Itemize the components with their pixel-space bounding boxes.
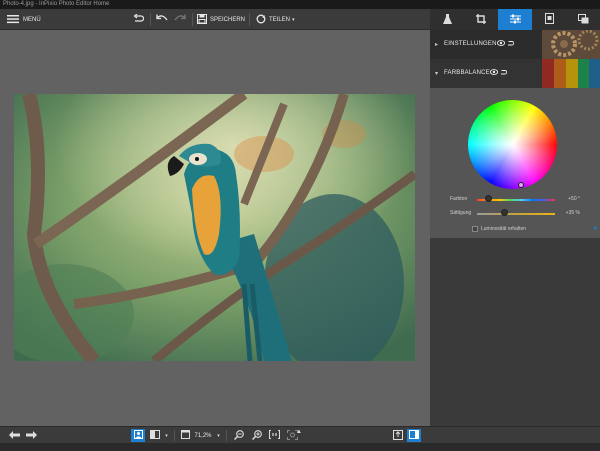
- menu-button[interactable]: MENÜ: [7, 12, 41, 27]
- color-wheel-marker[interactable]: [518, 182, 524, 188]
- collapse-bottom-icon[interactable]: ▲: [296, 429, 302, 435]
- zoom-level[interactable]: 71,2%: [192, 429, 214, 442]
- save-icon: [197, 13, 207, 26]
- einstellungen-thumbnail: [542, 30, 600, 59]
- fit-screen-button[interactable]: [179, 429, 191, 442]
- next-icon: [25, 430, 37, 441]
- farbbalance-label: FARBBALANCE: [444, 70, 490, 76]
- title-bar: Photo-4.jpg - InPixio Photo Editor Home: [0, 0, 600, 9]
- flask-icon: [442, 13, 452, 26]
- toolbar-divider: [150, 13, 151, 26]
- saettigung-track[interactable]: [477, 213, 555, 215]
- eye-icon[interactable]: [496, 40, 506, 48]
- chevron-right-icon: ▸: [435, 42, 439, 48]
- undo-icon: [156, 14, 168, 25]
- menu-label: MENÜ: [23, 16, 41, 23]
- tab-layers[interactable]: [566, 9, 600, 30]
- checkbox-box[interactable]: [472, 226, 478, 232]
- chevron-down-icon: ▾: [435, 71, 439, 77]
- slider-farbton: Farbton +50 °: [430, 195, 600, 205]
- reset-icon[interactable]: [500, 69, 508, 78]
- export-button[interactable]: [391, 429, 404, 442]
- eye-icon[interactable]: [489, 69, 499, 77]
- tab-crop[interactable]: [464, 9, 498, 30]
- layers-icon: [577, 13, 589, 26]
- menu-icon: [7, 14, 19, 26]
- actual-size-button[interactable]: [267, 429, 281, 442]
- bottom-divider: [174, 430, 175, 441]
- tab-adjustments[interactable]: [498, 9, 532, 30]
- save-button[interactable]: SPEICHERN: [197, 12, 245, 27]
- luminosity-checkbox[interactable]: Luminosität erhalten: [472, 225, 526, 233]
- zoom-in-icon: [251, 429, 262, 442]
- panel-edge-arrow-icon[interactable]: ◂: [593, 224, 597, 232]
- share-button[interactable]: TEILEN ▾: [256, 12, 295, 27]
- next-image-button[interactable]: [25, 429, 37, 442]
- single-view-icon: [133, 430, 143, 441]
- export-icon: [392, 429, 403, 442]
- toolbar-divider: [249, 13, 250, 26]
- crop-icon: [476, 13, 486, 26]
- chevron-down-icon: ▾: [292, 16, 295, 23]
- saettigung-value: +35 %: [565, 210, 580, 216]
- farbton-value: +50 °: [568, 196, 580, 202]
- panel-toggle-icon: [409, 430, 419, 441]
- zoom-out-button[interactable]: [232, 429, 245, 442]
- chevron-down-icon: ▾: [165, 432, 168, 439]
- einstellungen-label: EINSTELLUNGEN: [444, 41, 497, 47]
- photo-parrot: [14, 94, 415, 361]
- reset-icon[interactable]: [507, 40, 515, 49]
- top-toolbar: MENÜ SPEICHERN TEILEN ▾: [0, 9, 430, 30]
- section-einstellungen[interactable]: ▸ EINSTELLUNGEN: [430, 30, 600, 59]
- share-label: TEILEN: [269, 16, 291, 23]
- tab-frames[interactable]: [532, 9, 566, 30]
- single-view-button[interactable]: [131, 429, 145, 442]
- fit-screen-icon: [180, 430, 190, 441]
- prev-icon: [8, 430, 20, 441]
- sliders-icon: [509, 14, 521, 26]
- compare-view-button[interactable]: [148, 429, 162, 442]
- saettigung-knob[interactable]: [500, 209, 508, 216]
- tab-effects[interactable]: [430, 9, 464, 30]
- bottom-divider: [226, 430, 227, 441]
- actual-size-icon: [268, 430, 280, 441]
- zoom-value: 71,2%: [194, 432, 212, 439]
- zoom-out-icon: [233, 429, 244, 442]
- farbbalance-thumbnail: [542, 59, 600, 88]
- farbbalance-body: Farbton +50 ° Sättigung +35 % Luminositä…: [430, 88, 600, 238]
- toolbar-divider: [192, 13, 193, 26]
- zoom-dropdown[interactable]: ▾: [215, 429, 222, 442]
- reset-button[interactable]: [133, 12, 145, 27]
- compare-view-dropdown[interactable]: ▾: [163, 429, 170, 442]
- farbton-knob[interactable]: [484, 195, 492, 202]
- undo-button[interactable]: [156, 12, 168, 27]
- section-farbbalance[interactable]: ▾ FARBBALANCE: [430, 59, 600, 88]
- status-bar: [0, 443, 600, 451]
- zoom-in-button[interactable]: [250, 429, 263, 442]
- compare-view-icon: [150, 430, 160, 441]
- saettigung-label: Sättigung: [450, 210, 472, 216]
- share-icon: [256, 14, 266, 26]
- redo-icon: [174, 14, 186, 25]
- window-title: Photo-4.jpg - InPixio Photo Editor Home: [3, 1, 110, 7]
- panel-toggle-button[interactable]: [407, 429, 421, 442]
- farbton-label: Farbton: [450, 196, 468, 202]
- image-canvas[interactable]: [0, 30, 430, 426]
- color-wheel[interactable]: [468, 100, 557, 189]
- luminosity-label: Luminosität erhalten: [481, 226, 527, 232]
- save-label: SPEICHERN: [210, 16, 246, 23]
- slider-saettigung: Sättigung +35 %: [430, 209, 600, 219]
- reset-icon: [133, 13, 145, 26]
- redo-button[interactable]: [174, 12, 186, 27]
- chevron-down-icon: ▾: [217, 432, 220, 439]
- frame-icon: [544, 13, 554, 26]
- prev-image-button[interactable]: [8, 429, 20, 442]
- panel-tabs: [430, 9, 600, 30]
- side-panel: ▸ EINSTELLUNGEN ▾ FARBBALANCE Farbton +5…: [430, 30, 600, 426]
